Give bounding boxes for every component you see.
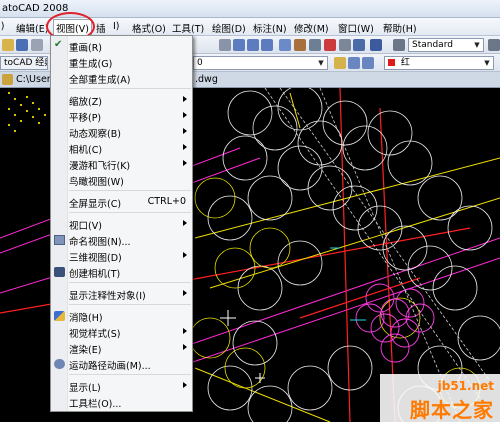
properties-icon[interactable] — [279, 39, 291, 51]
named-view-icon — [54, 235, 65, 245]
menu-item-regen-all[interactable]: 全部重生成(A) — [51, 70, 192, 86]
menu-item-clean-screen[interactable]: 全屏显示(C) CTRL+0 — [51, 194, 192, 210]
menu-item-visual-styles[interactable]: 视觉样式(S) — [51, 324, 192, 340]
menu-item-aerial-view[interactable]: 鸟瞰视图(W) — [51, 172, 192, 188]
menu-item-orbit[interactable]: 动态观察(B) — [51, 124, 192, 140]
menu-bar: I) 编辑(E) 视图(V) 插 I) 格式(O) 工具(T) 绘图(D) 标注… — [0, 18, 500, 37]
menu-item-toolbars[interactable]: 工具栏(O)... — [51, 394, 192, 410]
motion-path-icon — [54, 359, 65, 369]
text-style-value: Standard — [412, 40, 453, 50]
layer-states-icon[interactable] — [362, 57, 374, 69]
design-center-icon[interactable] — [294, 39, 306, 51]
title-bar: atoCAD 2008 — [0, 0, 500, 18]
hide-icon — [54, 311, 65, 321]
layer-previous-icon[interactable] — [348, 57, 360, 69]
submenu-arrow-icon — [183, 290, 187, 296]
watermark-url: jb51.net — [437, 379, 494, 393]
menu-item-pan[interactable]: 平移(P) — [51, 108, 192, 124]
workspace-select[interactable]: toCAD 经典 — [0, 56, 48, 70]
chevron-down-icon: ▼ — [484, 59, 490, 67]
zoom-previous-icon[interactable] — [261, 39, 273, 51]
watermark-brand: 脚本之家 — [410, 398, 494, 422]
menu-item-3d-views[interactable]: 三维视图(D) — [51, 248, 192, 264]
menu-separator — [69, 374, 191, 375]
menu-item-window[interactable]: 窗口(W) — [338, 21, 374, 35]
markup-icon[interactable] — [339, 39, 351, 51]
menu-separator — [69, 304, 191, 305]
document-file-suffix: .dwg — [195, 74, 218, 85]
menu-item-annotation-objects[interactable]: 显示注释性对象(I) — [51, 286, 192, 302]
chevron-down-icon: ▼ — [318, 59, 324, 67]
menu-item-insert-key[interactable]: I) — [113, 21, 120, 32]
menu-item-walk-fly[interactable]: 漫游和飞行(K) — [51, 156, 192, 172]
submenu-arrow-icon — [183, 112, 187, 118]
menu-item-edit[interactable]: 编辑(E) — [16, 21, 48, 35]
menu-separator — [69, 190, 191, 191]
submenu-arrow-icon — [183, 160, 187, 166]
submenu-arrow-icon — [183, 220, 187, 226]
menu-item-modify[interactable]: 修改(M) — [294, 21, 329, 35]
chevron-down-icon: ▼ — [474, 41, 480, 49]
color-swatch — [388, 59, 395, 66]
layer-value: 0 — [197, 58, 203, 68]
menu-separator — [69, 212, 191, 213]
new-icon[interactable] — [2, 39, 14, 51]
menu-separator — [69, 282, 191, 283]
submenu-arrow-icon — [183, 252, 187, 258]
menu-item-dimension[interactable]: 标注(N) — [253, 21, 287, 35]
submenu-arrow-icon — [183, 128, 187, 134]
drawing-file-icon — [2, 74, 13, 85]
save-icon[interactable] — [16, 39, 28, 51]
zoom-realtime-icon[interactable] — [233, 39, 245, 51]
submenu-arrow-icon — [183, 382, 187, 388]
menu-item-named-views[interactable]: 命名视图(N)... — [51, 232, 192, 248]
menu-item-display[interactable]: 显示(L) — [51, 378, 192, 394]
text-style-icon[interactable] — [393, 39, 405, 51]
menu-item-file[interactable]: I) — [0, 21, 5, 32]
workspace-value: toCAD 经典 — [4, 58, 47, 68]
color-value: 红 — [400, 58, 410, 68]
menu-item-motion-path[interactable]: 运动路径动画(M)... — [51, 356, 192, 372]
menu-item-zoom[interactable]: 缩放(Z) — [51, 92, 192, 108]
view-menu: ✔ 重画(R) 重生成(G) 全部重生成(A) 缩放(Z) 平移(P) 动态观察… — [50, 35, 193, 412]
redraw-icon: ✔ — [54, 39, 63, 50]
menu-item-create-camera[interactable]: 创建相机(T) — [51, 264, 192, 280]
help-icon[interactable] — [370, 39, 382, 51]
app-title: atoCAD 2008 — [2, 3, 69, 14]
menu-item-draw[interactable]: 绘图(D) — [212, 21, 246, 35]
menu-item-camera[interactable]: 相机(C) — [51, 140, 192, 156]
print-icon[interactable] — [31, 39, 43, 51]
submenu-arrow-icon — [183, 144, 187, 150]
dim-style-icon[interactable] — [488, 39, 500, 51]
layer-select[interactable]: 0 ▼ — [193, 56, 328, 70]
submenu-arrow-icon — [183, 328, 187, 334]
calculator-icon[interactable] — [353, 39, 365, 51]
color-select[interactable]: 红 ▼ — [384, 56, 494, 70]
menu-item-render[interactable]: 渲染(E) — [51, 340, 192, 356]
menu-item-redraw[interactable]: ✔ 重画(R) — [51, 38, 192, 55]
make-layer-current-icon[interactable] — [334, 57, 346, 69]
zoom-window-icon[interactable] — [247, 39, 259, 51]
shortcut-text: CTRL+0 — [147, 196, 186, 207]
submenu-arrow-icon — [183, 344, 187, 350]
menu-separator — [69, 88, 191, 89]
menu-item-insert[interactable]: 插 — [96, 21, 106, 35]
camera-icon — [54, 267, 65, 277]
pan-icon[interactable] — [219, 39, 231, 51]
menu-item-format[interactable]: 格式(O) — [132, 21, 166, 35]
menu-item-help[interactable]: 帮助(H) — [383, 21, 417, 35]
menu-item-viewports[interactable]: 视口(V) — [51, 216, 192, 232]
menu-item-hide[interactable]: 消隐(H) — [51, 308, 192, 324]
menu-item-tools[interactable]: 工具(T) — [172, 21, 204, 35]
submenu-arrow-icon — [183, 96, 187, 102]
menu-item-regen[interactable]: 重生成(G) — [51, 54, 192, 70]
sheet-set-icon[interactable] — [324, 39, 336, 51]
tool-palettes-icon[interactable] — [309, 39, 321, 51]
text-style-select[interactable]: Standard ▼ — [408, 38, 484, 52]
